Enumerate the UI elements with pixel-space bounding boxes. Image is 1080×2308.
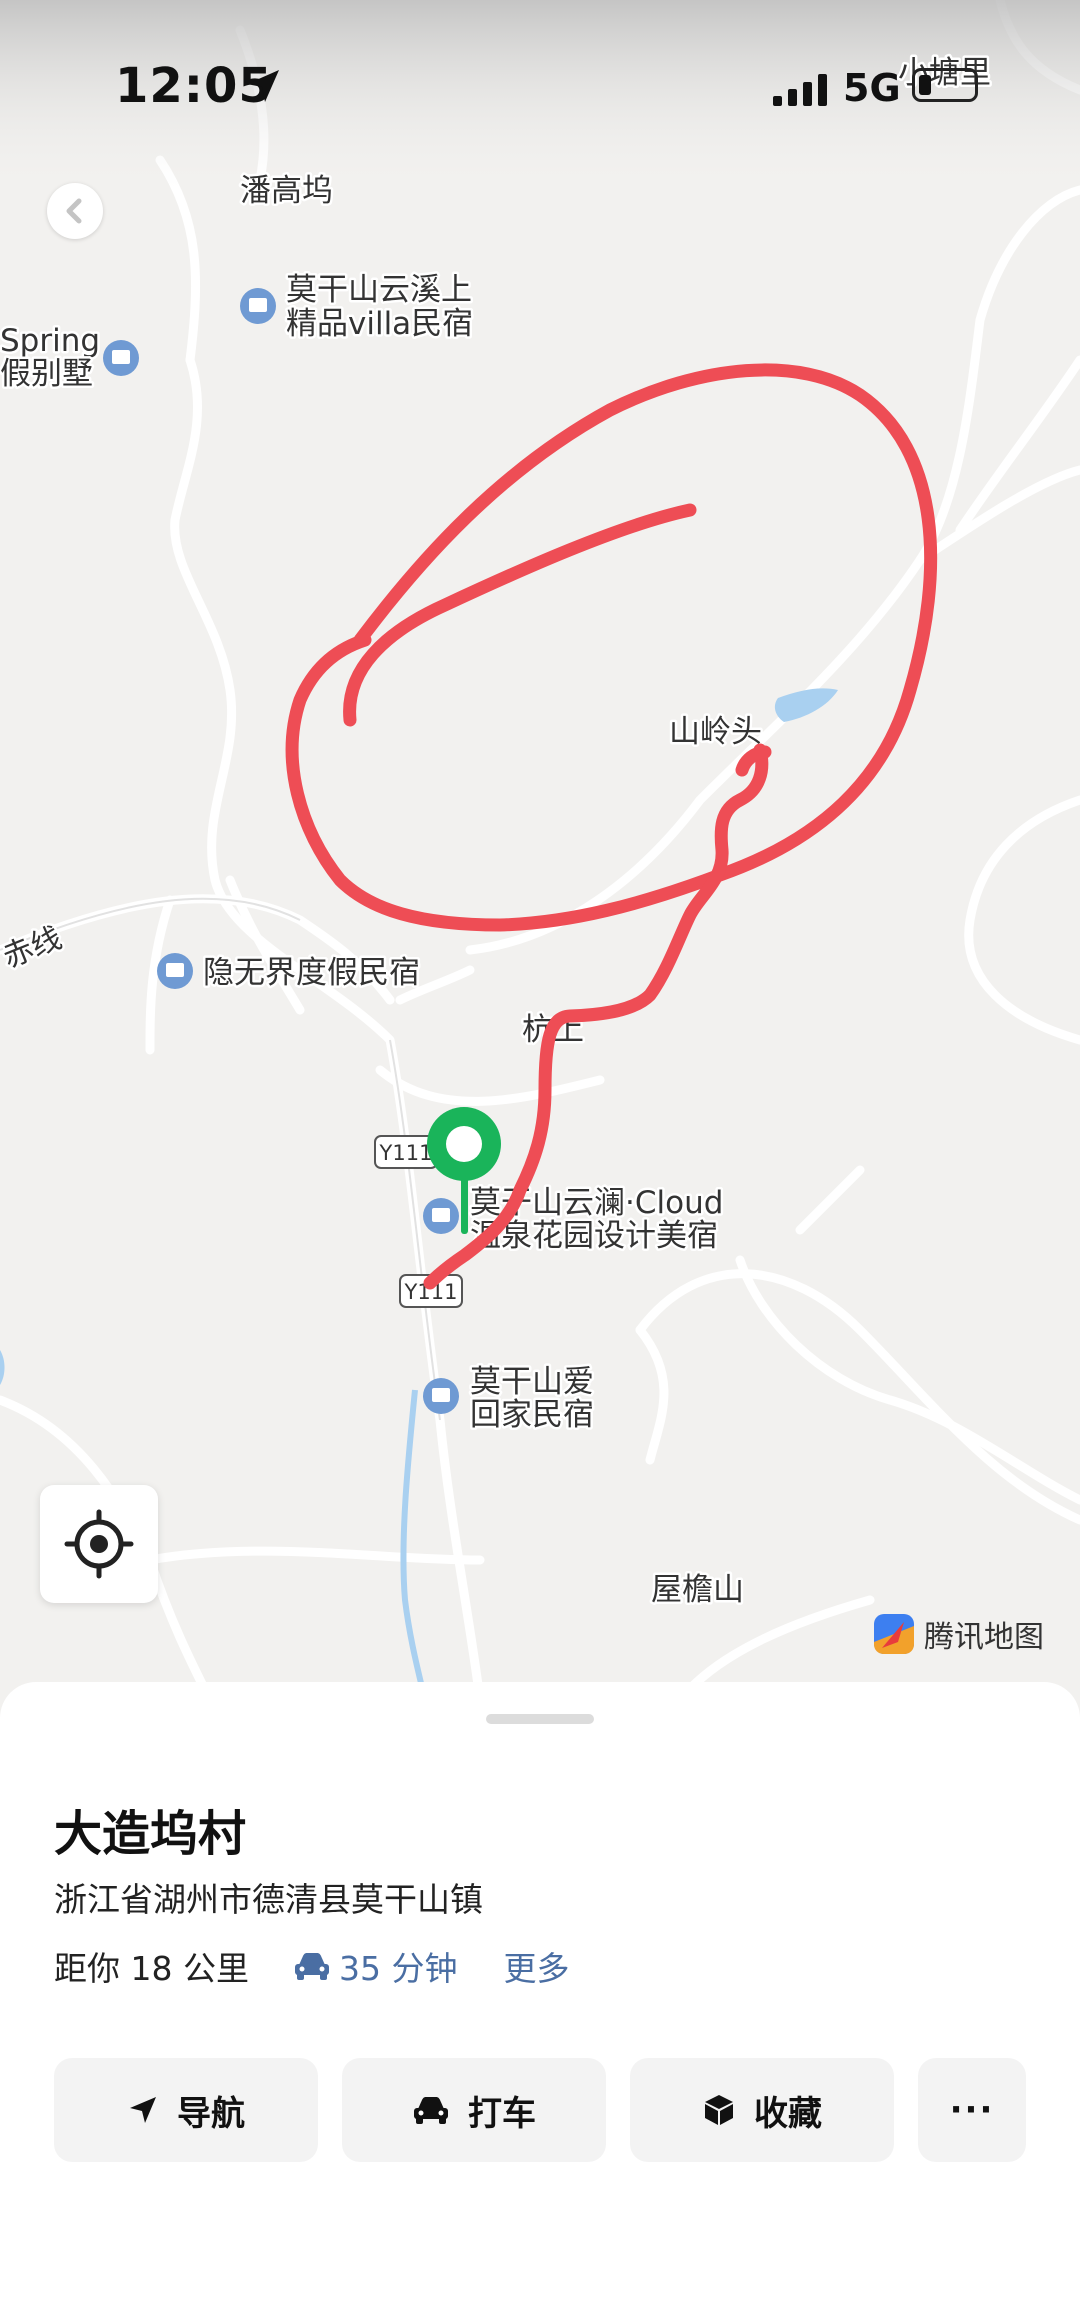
signal-icon [773,74,827,106]
network-type: 5G [843,66,901,110]
more-link[interactable]: 更多 [503,1942,569,1990]
taxi-label: 打车 [468,2093,536,2134]
more-dots-icon: ··· [949,2090,995,2130]
map-label[interactable]: 回家民宿 [468,1395,597,1436]
route-meta: 距你 18 公里 35 分钟 更多 [54,1942,569,1990]
map-label[interactable]: 精品villa民宿 [284,304,476,345]
navigation-arrow-icon [130,2097,156,2123]
taxi-button[interactable]: 打车 [342,2058,606,2162]
tencent-map-logo-icon [874,1614,914,1654]
map-label[interactable]: Spring [0,321,103,362]
hotel-icon[interactable] [423,1378,459,1414]
action-bar: 导航 打车 收藏 ··· [54,2058,1026,2162]
navigate-button[interactable]: 导航 [54,2058,318,2162]
map-label[interactable]: 莫干山云溪上 [284,270,475,311]
car-icon [294,1953,329,1980]
navigate-label: 导航 [177,2093,245,2134]
place-title: 大造坞村 [54,1806,247,1862]
crosshair-icon [64,1509,134,1579]
map-label[interactable]: 莫干山爱 [468,1362,597,1403]
distance-text: 距你 18 公里 [54,1949,249,1988]
map-label[interactable]: 隐无界度假民宿 [201,953,423,994]
sheet-drag-handle[interactable] [486,1714,594,1724]
more-options-button[interactable]: ··· [918,2058,1026,2162]
place-address: 浙江省湖州市德清县莫干山镇 [54,1880,483,1919]
hotel-icon[interactable] [103,340,139,376]
battery-icon [912,68,978,102]
hotel-icon[interactable] [240,288,276,324]
favorite-label: 收藏 [754,2093,822,2134]
hotel-icon[interactable] [157,953,193,989]
duration-text[interactable]: 35 分钟 [339,1942,457,1990]
cube-icon [705,2095,733,2125]
brand-name: 腾讯地图 [924,1620,1044,1655]
place-sheet[interactable] [0,1682,1080,2308]
locate-me-button[interactable] [40,1485,158,1603]
map-label[interactable]: 山岭头 [667,712,765,753]
hotel-icon[interactable] [423,1198,459,1234]
back-button[interactable] [47,183,103,239]
map-label[interactable]: 假别墅 [0,354,96,395]
map-brand: 腾讯地图 [872,1612,1044,1656]
status-bar: 12:05 5G [0,0,1080,180]
map-canvas[interactable]: Y111 Y111 潘高坞 小塘里 Spring 假别墅 莫干山云溪上 精品vi… [0,0,1080,1700]
car-icon [414,2097,448,2124]
map-label[interactable]: 屋檐山 [649,1570,747,1611]
svg-text:Y111: Y111 [379,1141,433,1165]
location-arrow-icon [247,70,279,102]
chevron-left-icon [66,198,82,224]
favorite-button[interactable]: 收藏 [630,2058,894,2162]
